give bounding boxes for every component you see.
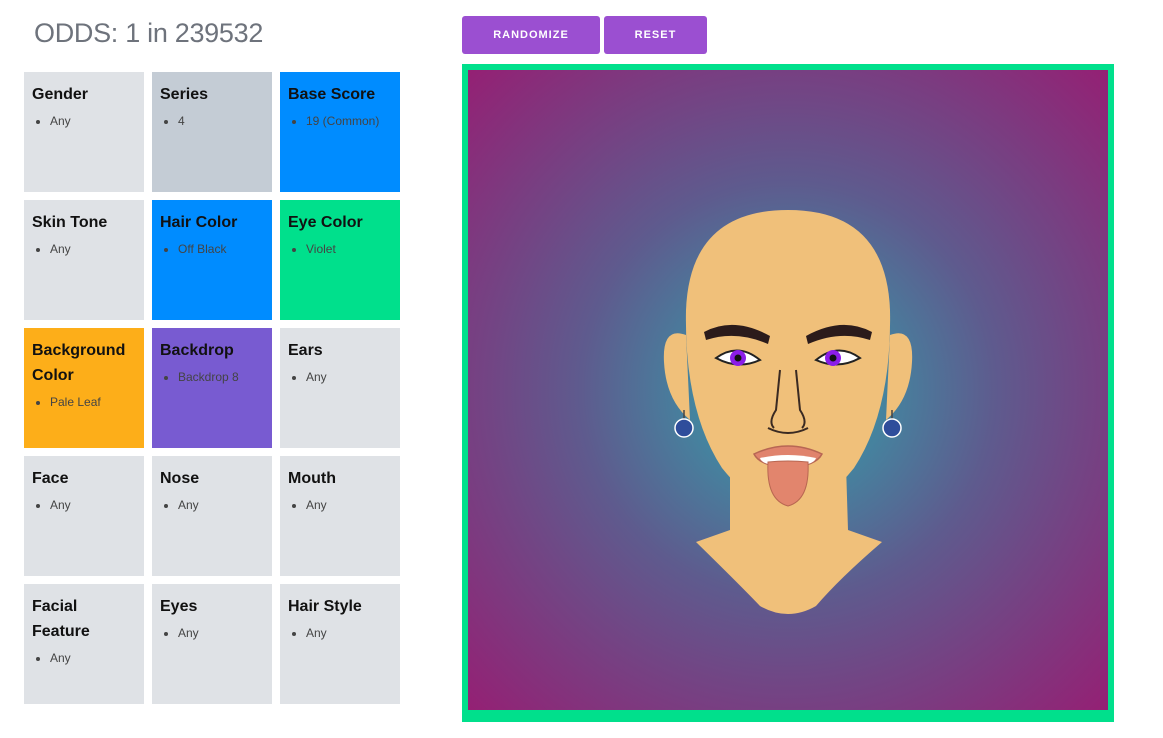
trait-card-backdrop[interactable]: Backdrop Backdrop 8 [152, 328, 272, 448]
trait-value: Any [50, 497, 136, 513]
trait-card-ears[interactable]: Ears Any [280, 328, 400, 448]
trait-grid: GenderAny Series4 Base Score19 (Common) … [24, 72, 400, 704]
trait-card-background-color[interactable]: Background Color Pale Leaf [24, 328, 144, 448]
trait-title: Eye Color [288, 214, 363, 231]
trait-card-facial-feature[interactable]: Facial Feature Any [24, 584, 144, 704]
trait-value: Any [50, 241, 136, 257]
trait-title: Gender [32, 86, 89, 103]
trait-value: Backdrop 8 [178, 369, 264, 385]
trait-value: 19 (Common) [306, 113, 392, 129]
trait-value: Any [178, 625, 264, 641]
trait-title: Ears [288, 342, 323, 359]
trait-card-face[interactable]: Face Any [24, 456, 144, 576]
trait-value: Violet [306, 241, 392, 257]
trait-title: Mouth [288, 470, 336, 487]
randomize-button[interactable]: RANDOMIZE [462, 16, 600, 54]
trait-title: Base Score [288, 86, 376, 103]
trait-card-mouth[interactable]: Mouth Any [280, 456, 400, 576]
trait-card-base-score[interactable]: Base Score 19 (Common) [280, 72, 400, 192]
trait-value: Any [306, 497, 392, 513]
trait-card-nose[interactable]: Nose Any [152, 456, 272, 576]
reset-button[interactable]: RESET [604, 16, 707, 54]
trait-title: Eyes [160, 598, 198, 615]
trait-value: Any [306, 369, 392, 385]
trait-value: Pale Leaf [50, 394, 136, 410]
trait-card-hair-color[interactable]: Hair Color Off Black [152, 200, 272, 320]
trait-title: Series [160, 86, 209, 103]
trait-card-series[interactable]: Series 4 [152, 72, 272, 192]
trait-title: Face [32, 470, 69, 487]
trait-title: Skin Tone [32, 214, 108, 231]
trait-value: Any [178, 497, 264, 513]
trait-value: 4 [178, 113, 264, 129]
trait-title: Hair Style [288, 598, 362, 615]
trait-value: Off Black [178, 241, 264, 257]
right-earring [882, 418, 902, 438]
trait-title: Hair Color [160, 214, 238, 231]
trait-title: Nose [160, 470, 200, 487]
trait-card-hair-style[interactable]: Hair Style Any [280, 584, 400, 704]
trait-value: Any [50, 650, 136, 666]
trait-title: Facial Feature [32, 598, 90, 640]
trait-card-gender[interactable]: Gender Any [24, 72, 144, 192]
avatar-frame [462, 64, 1114, 722]
trait-card-skin-tone[interactable]: Skin Tone Any [24, 200, 144, 320]
trait-title: Background Color [32, 342, 126, 384]
trait-value: Any [50, 113, 136, 129]
trait-title: Backdrop [160, 342, 234, 359]
trait-card-eye-color[interactable]: Eye Color Violet [280, 200, 400, 320]
avatar-preview [468, 70, 1108, 710]
trait-value: Any [306, 625, 392, 641]
left-earring [674, 418, 694, 438]
trait-card-eyes[interactable]: Eyes Any [152, 584, 272, 704]
odds-display: ODDS: 1 in 239532 [34, 18, 264, 48]
